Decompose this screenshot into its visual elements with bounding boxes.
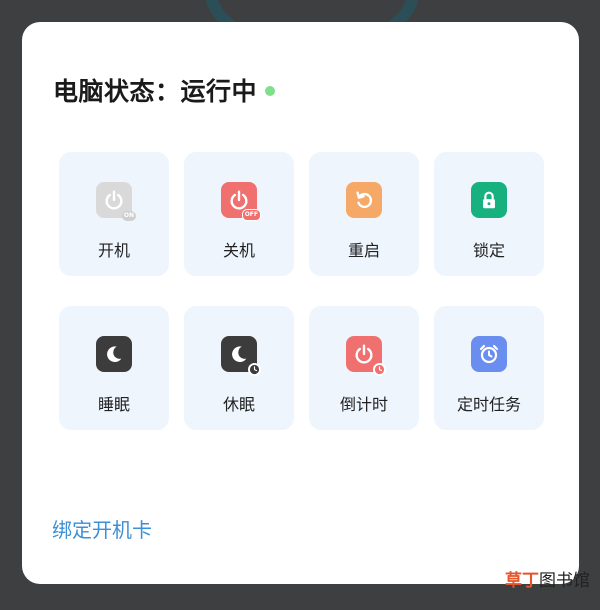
countdown-button[interactable]: 倒计时 [309,306,419,430]
power-off-button[interactable]: OFF 关机 [184,152,294,276]
lock-icon [471,182,507,218]
watermark: 草丁 图书馆 [505,566,590,591]
action-grid: ON 开机 OFF 关机 重启 锁定 睡眠 休眠 倒计时 定时任务 [59,152,544,430]
restart-icon [346,182,382,218]
hibernate-label: 休眠 [222,395,255,414]
on-badge: ON [121,211,136,221]
computer-status-dialog: 电脑状态：运行中 ON 开机 OFF 关机 重启 锁定 睡眠 休眠 倒计时 定时… [22,22,579,584]
timer-clock-icon [373,363,386,376]
countdown-label: 倒计时 [339,395,388,414]
lock-button[interactable]: 锁定 [434,152,544,276]
scheduled-task-button[interactable]: 定时任务 [434,306,544,430]
hibernate-button[interactable]: 休眠 [184,306,294,430]
moon-clock-icon [221,336,261,376]
power-on-icon: ON [96,182,136,221]
restart-label: 重启 [347,241,380,260]
watermark-part1: 草丁 [505,571,539,591]
alarm-clock-icon [471,336,507,372]
watermark-part2: 图书馆 [539,571,590,591]
power-timer-icon [346,336,386,376]
sleep-label: 睡眠 [97,395,130,414]
power-off-label: 关机 [222,241,255,260]
status-header: 电脑状态：运行中 [53,72,276,108]
power-off-icon: OFF [221,182,261,221]
moon-icon [96,336,132,372]
clock-icon [248,363,261,376]
restart-button[interactable]: 重启 [309,152,419,276]
status-title: 电脑状态：运行中 [53,77,258,106]
status-indicator-dot [265,86,276,96]
bind-boot-card-link[interactable]: 绑定开机卡 [52,514,152,543]
power-on-button[interactable]: ON 开机 [59,152,169,276]
lock-label: 锁定 [472,241,505,260]
power-on-label: 开机 [97,241,130,260]
sleep-button[interactable]: 睡眠 [59,306,169,430]
off-badge: OFF [241,209,261,221]
scheduled-task-label: 定时任务 [456,395,521,414]
